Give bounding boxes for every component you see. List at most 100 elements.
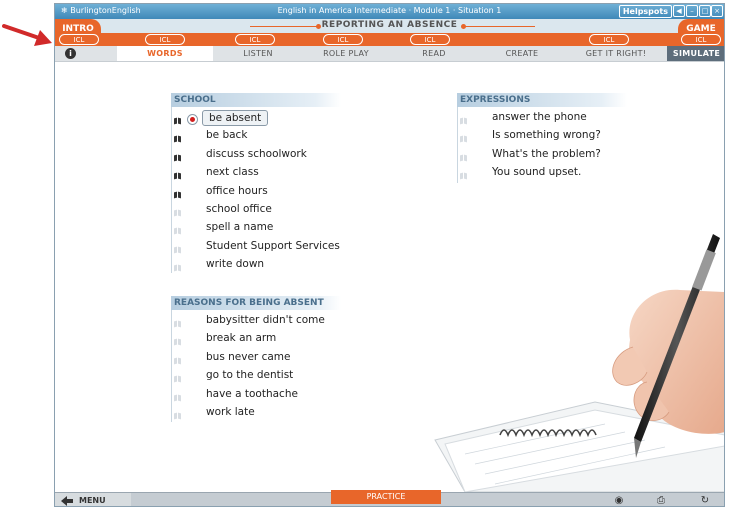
print-icon[interactable]: ⎙ bbox=[647, 494, 675, 506]
book-icon[interactable] bbox=[174, 189, 182, 198]
icl-button[interactable]: ICL bbox=[323, 34, 363, 45]
word-row[interactable]: be absent bbox=[174, 110, 414, 128]
back-arrow-icon bbox=[61, 496, 73, 506]
minimize-icon[interactable]: – bbox=[686, 5, 698, 17]
title-bar: ❄ BurlingtonEnglish English in America I… bbox=[55, 4, 724, 19]
word-label[interactable]: next class bbox=[206, 166, 259, 178]
icl-button[interactable]: ICL bbox=[235, 34, 275, 45]
book-icon[interactable] bbox=[174, 410, 182, 420]
word-row[interactable]: discuss schoolwork bbox=[174, 147, 414, 165]
book-icon[interactable] bbox=[174, 355, 182, 365]
word-label[interactable]: spell a name bbox=[206, 221, 273, 233]
book-icon[interactable] bbox=[174, 244, 182, 254]
book-icon[interactable] bbox=[174, 318, 182, 328]
word-row[interactable]: spell a name bbox=[174, 220, 414, 238]
close-icon[interactable]: × bbox=[711, 5, 723, 17]
list-divider bbox=[171, 310, 172, 422]
book-icon[interactable] bbox=[174, 207, 182, 217]
word-row[interactable]: Student Support Services bbox=[174, 239, 414, 257]
icl-button[interactable]: ICL bbox=[589, 34, 629, 45]
word-label[interactable]: Is something wrong? bbox=[492, 129, 601, 141]
word-row[interactable]: work late bbox=[174, 405, 414, 423]
word-label[interactable]: What's the problem? bbox=[492, 148, 601, 160]
section-header: REPORTING AN ABSENCE bbox=[55, 19, 724, 33]
maximize-icon[interactable]: □ bbox=[699, 5, 711, 17]
icl-button[interactable]: ICL bbox=[59, 34, 99, 45]
word-label[interactable]: You sound upset. bbox=[492, 166, 581, 178]
tab-simulate[interactable]: SIMULATE bbox=[667, 46, 724, 61]
globe-icon[interactable]: ◉ bbox=[605, 494, 633, 506]
book-icon[interactable] bbox=[174, 115, 182, 125]
book-icon[interactable] bbox=[460, 170, 468, 180]
list-divider bbox=[457, 107, 458, 183]
app-window: ❄ BurlingtonEnglish English in America I… bbox=[54, 3, 725, 507]
book-icon[interactable] bbox=[174, 262, 182, 272]
tab-bar: i WORDS LISTEN ROLE PLAY READ CREATE GET… bbox=[55, 46, 724, 62]
tab-role-play[interactable]: ROLE PLAY bbox=[303, 46, 389, 61]
record-icon[interactable] bbox=[187, 114, 198, 125]
hand-writing-illustration bbox=[434, 234, 724, 492]
header-line-right bbox=[465, 26, 535, 27]
info-icon[interactable]: i bbox=[65, 48, 76, 59]
word-label[interactable]: work late bbox=[206, 406, 255, 418]
word-row[interactable]: be back bbox=[174, 128, 414, 146]
book-icon[interactable] bbox=[174, 336, 182, 346]
word-label[interactable]: office hours bbox=[206, 185, 268, 197]
word-label[interactable]: school office bbox=[206, 203, 272, 215]
annotation-arrow-icon bbox=[2, 24, 52, 46]
sound-icon[interactable]: ◀ bbox=[673, 5, 685, 17]
refresh-icon[interactable]: ↻ bbox=[691, 494, 719, 506]
tab-get-it-right[interactable]: GET IT RIGHT! bbox=[567, 46, 665, 61]
word-row[interactable]: bus never came bbox=[174, 350, 414, 368]
icl-bar: ICL ICL ICL ICL ICL ICL ICL bbox=[55, 33, 724, 46]
word-label[interactable]: be absent bbox=[202, 110, 269, 126]
word-label[interactable]: break an arm bbox=[206, 332, 276, 344]
word-label[interactable]: be back bbox=[206, 129, 247, 141]
word-row[interactable]: write down bbox=[174, 257, 414, 275]
menu-label: MENU bbox=[79, 496, 106, 505]
word-row[interactable]: Is something wrong? bbox=[460, 128, 700, 146]
word-label[interactable]: bus never came bbox=[206, 351, 290, 363]
book-icon[interactable] bbox=[174, 152, 182, 162]
word-row[interactable]: answer the phone bbox=[460, 110, 700, 128]
helpspots-button[interactable]: Helpspots bbox=[618, 5, 672, 18]
book-icon[interactable] bbox=[460, 133, 468, 143]
word-label[interactable]: have a toothache bbox=[206, 388, 298, 400]
word-row[interactable]: office hours bbox=[174, 184, 414, 202]
book-icon[interactable] bbox=[460, 152, 468, 162]
list-heading: SCHOOL bbox=[171, 93, 341, 107]
word-label[interactable]: write down bbox=[206, 258, 264, 270]
word-row[interactable]: You sound upset. bbox=[460, 165, 700, 183]
menu-button[interactable]: MENU bbox=[55, 493, 131, 506]
section-title: REPORTING AN ABSENCE bbox=[321, 20, 458, 30]
word-label[interactable]: answer the phone bbox=[492, 111, 587, 123]
list-heading: EXPRESSIONS bbox=[457, 93, 627, 107]
word-row[interactable]: next class bbox=[174, 165, 414, 183]
word-label[interactable]: Student Support Services bbox=[206, 240, 340, 252]
list-divider bbox=[171, 107, 172, 273]
word-row[interactable]: What's the problem? bbox=[460, 147, 700, 165]
bottom-bar: MENU PRACTICE ◉ ⎙ ↻ bbox=[55, 490, 724, 506]
book-icon[interactable] bbox=[174, 373, 182, 383]
word-label[interactable]: discuss schoolwork bbox=[206, 148, 307, 160]
word-row[interactable]: have a toothache bbox=[174, 387, 414, 405]
icl-button[interactable]: ICL bbox=[145, 34, 185, 45]
book-icon[interactable] bbox=[174, 133, 182, 143]
tab-create[interactable]: CREATE bbox=[479, 46, 565, 61]
book-icon[interactable] bbox=[460, 115, 468, 125]
word-row[interactable]: babysitter didn't come bbox=[174, 313, 414, 331]
tab-words[interactable]: WORDS bbox=[117, 46, 213, 61]
icl-button[interactable]: ICL bbox=[681, 34, 721, 45]
practice-button[interactable]: PRACTICE bbox=[331, 490, 441, 504]
icl-button[interactable]: ICL bbox=[410, 34, 450, 45]
tab-listen[interactable]: LISTEN bbox=[215, 46, 301, 61]
tab-read[interactable]: READ bbox=[391, 46, 477, 61]
book-icon[interactable] bbox=[174, 392, 182, 401]
word-row[interactable]: go to the dentist bbox=[174, 368, 414, 386]
book-icon[interactable] bbox=[174, 170, 182, 180]
book-icon[interactable] bbox=[174, 225, 182, 235]
word-row[interactable]: break an arm bbox=[174, 331, 414, 349]
word-label[interactable]: go to the dentist bbox=[206, 369, 293, 381]
word-row[interactable]: school office bbox=[174, 202, 414, 220]
word-label[interactable]: babysitter didn't come bbox=[206, 314, 325, 326]
